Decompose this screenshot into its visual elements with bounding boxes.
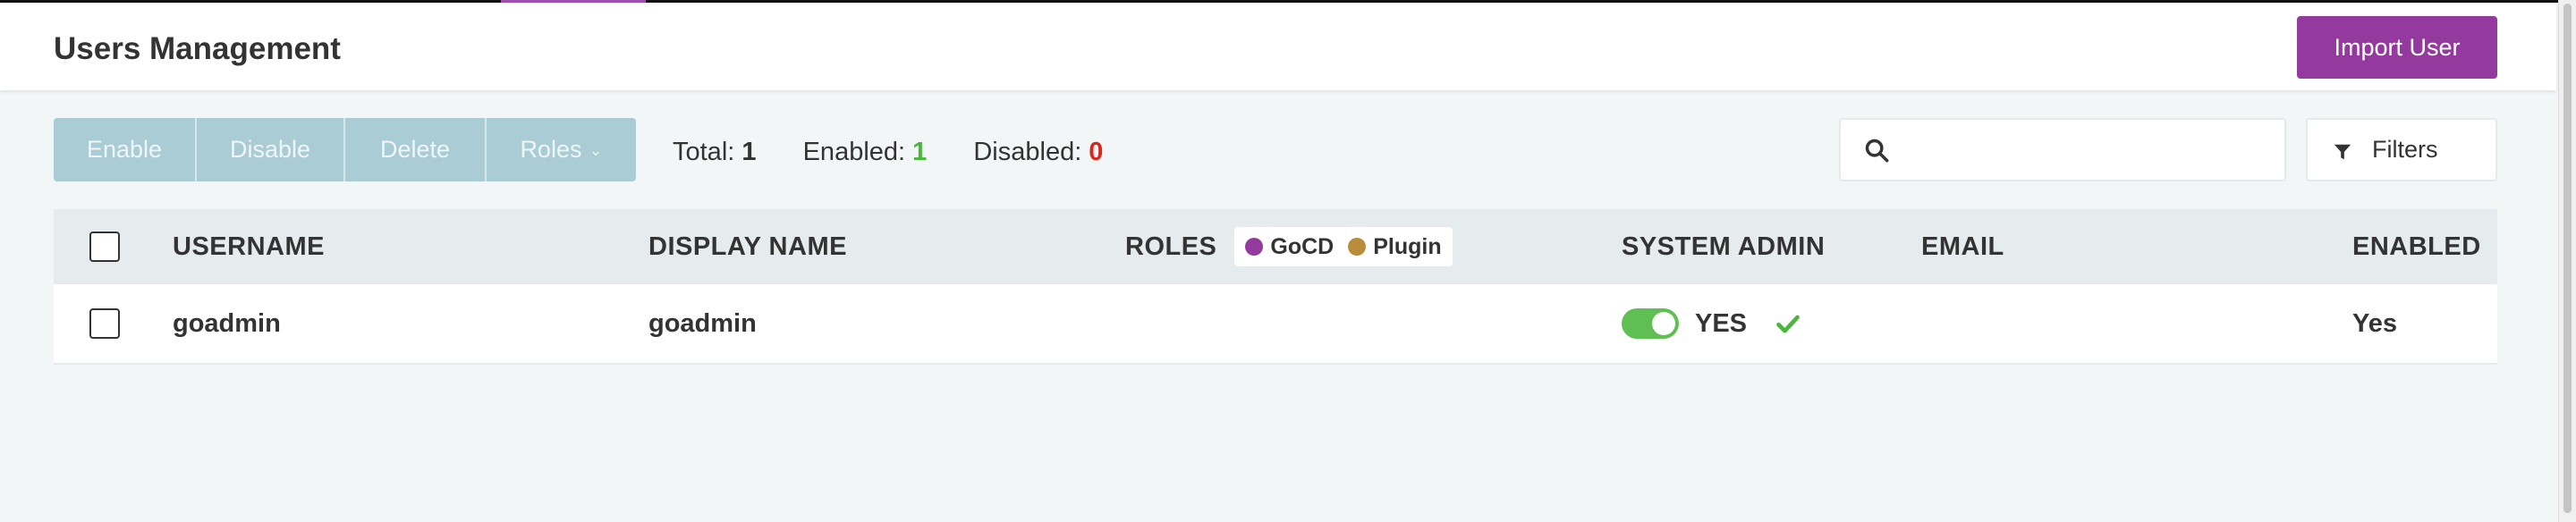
system-admin-label: YES	[1695, 308, 1748, 338]
enabled-column-header: ENABLED	[2352, 232, 2481, 261]
roles-column-header-cell: ROLES GoCD Plugin	[1125, 209, 1453, 284]
roles-button-label: Roles	[520, 136, 582, 163]
table-row: goadmin goadmin YES Yes	[54, 284, 2497, 365]
system-admin-cell: YES	[1622, 284, 1801, 363]
user-counts: Total: 1 Enabled: 1 Disabled: 0	[673, 136, 1103, 168]
toggle-knob	[1652, 312, 1675, 335]
system-admin-column-header: SYSTEM ADMIN	[1622, 232, 1826, 261]
role-type-legend: GoCD Plugin	[1234, 227, 1453, 266]
chevron-down-icon: ⌄	[589, 141, 603, 159]
table-header: USERNAME DISPLAY NAME ROLES GoCD Plugin …	[54, 209, 2497, 284]
roles-dropdown-button[interactable]: Roles ⌄	[487, 118, 636, 181]
disabled-label: Disabled:	[973, 138, 1082, 166]
enabled-cell: Yes	[2352, 308, 2397, 338]
display-name-cell: goadmin	[648, 308, 757, 338]
gocd-role-label: GoCD	[1270, 233, 1335, 259]
search-icon	[1865, 139, 1889, 163]
search-box	[1839, 118, 2286, 181]
select-all-checkbox[interactable]	[89, 232, 120, 262]
vertical-scrollbar[interactable]	[2558, 0, 2576, 522]
username-cell: goadmin	[173, 308, 281, 338]
page-header: Users Management Import User	[0, 3, 2556, 90]
username-column-header: USERNAME	[173, 232, 325, 261]
scrollbar-thumb[interactable]	[2563, 4, 2572, 513]
search-input[interactable]	[1903, 127, 2270, 173]
system-admin-toggle[interactable]	[1622, 308, 1679, 339]
enabled-count: 1	[912, 138, 928, 166]
disabled-count: 0	[1089, 138, 1104, 166]
bulk-action-buttons: Enable Disable Delete Roles ⌄	[54, 118, 636, 181]
enable-button[interactable]: Enable	[54, 118, 197, 181]
delete-button[interactable]: Delete	[345, 118, 487, 181]
check-icon	[1776, 315, 1800, 333]
filter-icon	[2334, 144, 2351, 160]
import-user-button[interactable]: Import User	[2297, 16, 2497, 79]
display-name-column-header: DISPLAY NAME	[648, 232, 847, 261]
total-label: Total:	[673, 138, 735, 166]
plugin-role-label: Plugin	[1373, 233, 1442, 259]
filters-label: Filters	[2372, 136, 2438, 163]
filters-button[interactable]: Filters	[2306, 118, 2497, 181]
email-column-header: EMAIL	[1921, 232, 2004, 261]
enabled-label: Enabled:	[802, 138, 906, 166]
roles-column-header: ROLES	[1125, 232, 1217, 261]
plugin-role-dot	[1348, 238, 1367, 256]
total-count: 1	[741, 138, 757, 166]
users-table: USERNAME DISPLAY NAME ROLES GoCD Plugin …	[54, 209, 2497, 365]
page-title: Users Management	[54, 31, 341, 66]
select-all-cell	[89, 209, 120, 284]
row-select-cell	[89, 284, 120, 363]
gocd-role-dot	[1245, 238, 1264, 256]
row-select-checkbox[interactable]	[89, 308, 120, 339]
disable-button[interactable]: Disable	[197, 118, 345, 181]
users-page: Users Management Import User Enable Disa…	[0, 3, 2556, 522]
